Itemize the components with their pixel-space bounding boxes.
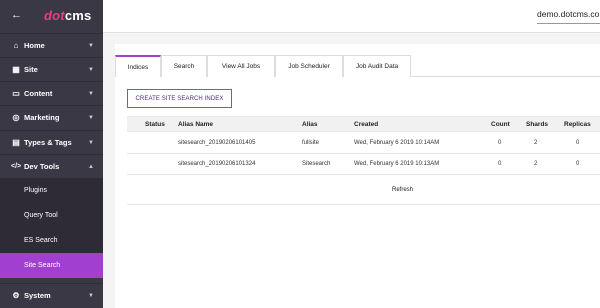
sidebar-subitem-label: ES Search bbox=[24, 237, 58, 244]
col-alias-name: Alias Name bbox=[178, 121, 214, 128]
sidebar-item-content[interactable]: ▭ Content ▼ bbox=[0, 81, 103, 105]
cell-count: 0 bbox=[498, 140, 502, 146]
cell-replicas: 0 bbox=[576, 140, 580, 146]
bullseye-icon: ◎ bbox=[12, 113, 20, 122]
cell-alias: fullsite bbox=[302, 140, 320, 146]
cell-shards: 2 bbox=[534, 140, 538, 146]
sidebar-subitem-site-search[interactable]: Site Search bbox=[0, 253, 103, 278]
create-site-search-index-button[interactable]: CREATE SITE SEARCH INDEX bbox=[127, 89, 232, 108]
sidebar: ← dotcms ⌂ Home ▼ ▦ Site ▼ ▭ Content ▼ ◎… bbox=[0, 0, 103, 308]
sidebar-item-label: Types & Tags bbox=[24, 138, 72, 147]
sidebar-item-label: Marketing bbox=[24, 113, 60, 122]
table-row[interactable]: sitesearch_20190206101405 fullsite Wed, … bbox=[127, 133, 600, 154]
divider bbox=[127, 204, 600, 205]
sidebar-subitem-query-tool[interactable]: Query Tool bbox=[0, 203, 103, 228]
chevron-down-icon: ▼ bbox=[88, 90, 94, 97]
sidebar-subitem-es-search[interactable]: ES Search bbox=[0, 228, 103, 253]
col-alias: Alias bbox=[302, 121, 318, 128]
sidebar-item-dev-tools[interactable]: </> Dev Tools ▲ bbox=[0, 154, 103, 178]
cell-shards: 2 bbox=[534, 161, 538, 167]
sitemap-icon: ▦ bbox=[12, 65, 20, 74]
sidebar-item-site[interactable]: ▦ Site ▼ bbox=[0, 57, 103, 81]
cell-alias: Sitesearch bbox=[302, 161, 331, 167]
chevron-down-icon: ▼ bbox=[88, 139, 94, 146]
col-count: Count bbox=[491, 121, 510, 128]
cell-alias-name: sitesearch_20190206101324 bbox=[178, 161, 256, 167]
dotcms-logo: dotcms bbox=[44, 8, 92, 23]
chevron-down-icon: ▼ bbox=[88, 42, 94, 49]
folder-icon: ▭ bbox=[12, 89, 20, 98]
tab-view-all-jobs[interactable]: View All Jobs bbox=[207, 55, 275, 77]
site-search-panel: Indices Search View All Jobs Job Schedul… bbox=[115, 44, 600, 308]
host-selector-underline bbox=[537, 23, 600, 24]
col-replicas: Replicas bbox=[564, 121, 591, 128]
sidebar-subitem-plugins[interactable]: Plugins bbox=[0, 178, 103, 203]
col-shards: Shards bbox=[526, 121, 549, 128]
cell-alias-name: sitesearch_20190206101405 bbox=[178, 140, 256, 146]
sidebar-item-label: Content bbox=[24, 89, 53, 98]
tab-job-scheduler[interactable]: Job Scheduler bbox=[275, 55, 343, 77]
cell-created: Wed, February 6 2019 10:14AM bbox=[354, 140, 440, 146]
table-header: Status Alias Name Alias Created Count Sh… bbox=[127, 116, 600, 132]
sidebar-subitem-label: Plugins bbox=[24, 187, 47, 194]
refresh-link[interactable]: Refresh bbox=[392, 187, 413, 193]
cell-replicas: 0 bbox=[576, 161, 580, 167]
gear-icon: ⚙ bbox=[12, 291, 20, 300]
chevron-down-icon: ▼ bbox=[88, 66, 94, 73]
code-icon: </> bbox=[11, 163, 22, 170]
sidebar-item-types-tags[interactable]: ▤ Types & Tags ▼ bbox=[0, 130, 103, 154]
sidebar-item-marketing[interactable]: ◎ Marketing ▼ bbox=[0, 105, 103, 129]
sidebar-item-label: System bbox=[24, 291, 51, 300]
sidebar-item-label: Home bbox=[24, 41, 45, 50]
cell-created: Wed, February 6 2019 10:13AM bbox=[354, 161, 440, 167]
top-header: demo.dotcms.co bbox=[103, 0, 600, 33]
tab-bar: Indices Search View All Jobs Job Schedul… bbox=[115, 55, 600, 77]
sidebar-subitem-label: Site Search bbox=[24, 262, 61, 269]
sidebar-subitem-label: Query Tool bbox=[24, 212, 58, 219]
home-icon: ⌂ bbox=[13, 41, 19, 50]
arrow-left-icon[interactable]: ← bbox=[11, 9, 22, 21]
tab-indices[interactable]: Indices bbox=[115, 55, 161, 77]
sidebar-item-label: Dev Tools bbox=[24, 162, 60, 171]
tab-search[interactable]: Search bbox=[161, 55, 207, 77]
sidebar-item-system[interactable]: ⚙ System ▼ bbox=[0, 283, 103, 307]
file-icon: ▤ bbox=[12, 138, 20, 147]
table-row[interactable]: sitesearch_20190206101324 Sitesearch Wed… bbox=[127, 154, 600, 175]
tab-job-audit-data[interactable]: Job Audit Data bbox=[343, 55, 411, 77]
sidebar-header: ← dotcms bbox=[0, 0, 103, 33]
cell-count: 0 bbox=[498, 161, 502, 167]
sidebar-item-home[interactable]: ⌂ Home ▼ bbox=[0, 33, 103, 57]
chevron-up-icon: ▲ bbox=[88, 163, 94, 170]
col-created: Created bbox=[354, 121, 379, 128]
col-status: Status bbox=[145, 121, 165, 128]
host-selector[interactable]: demo.dotcms.co bbox=[537, 9, 599, 19]
sidebar-item-label: Site bbox=[24, 65, 38, 74]
chevron-down-icon: ▼ bbox=[88, 292, 94, 299]
chevron-down-icon: ▼ bbox=[88, 114, 94, 121]
